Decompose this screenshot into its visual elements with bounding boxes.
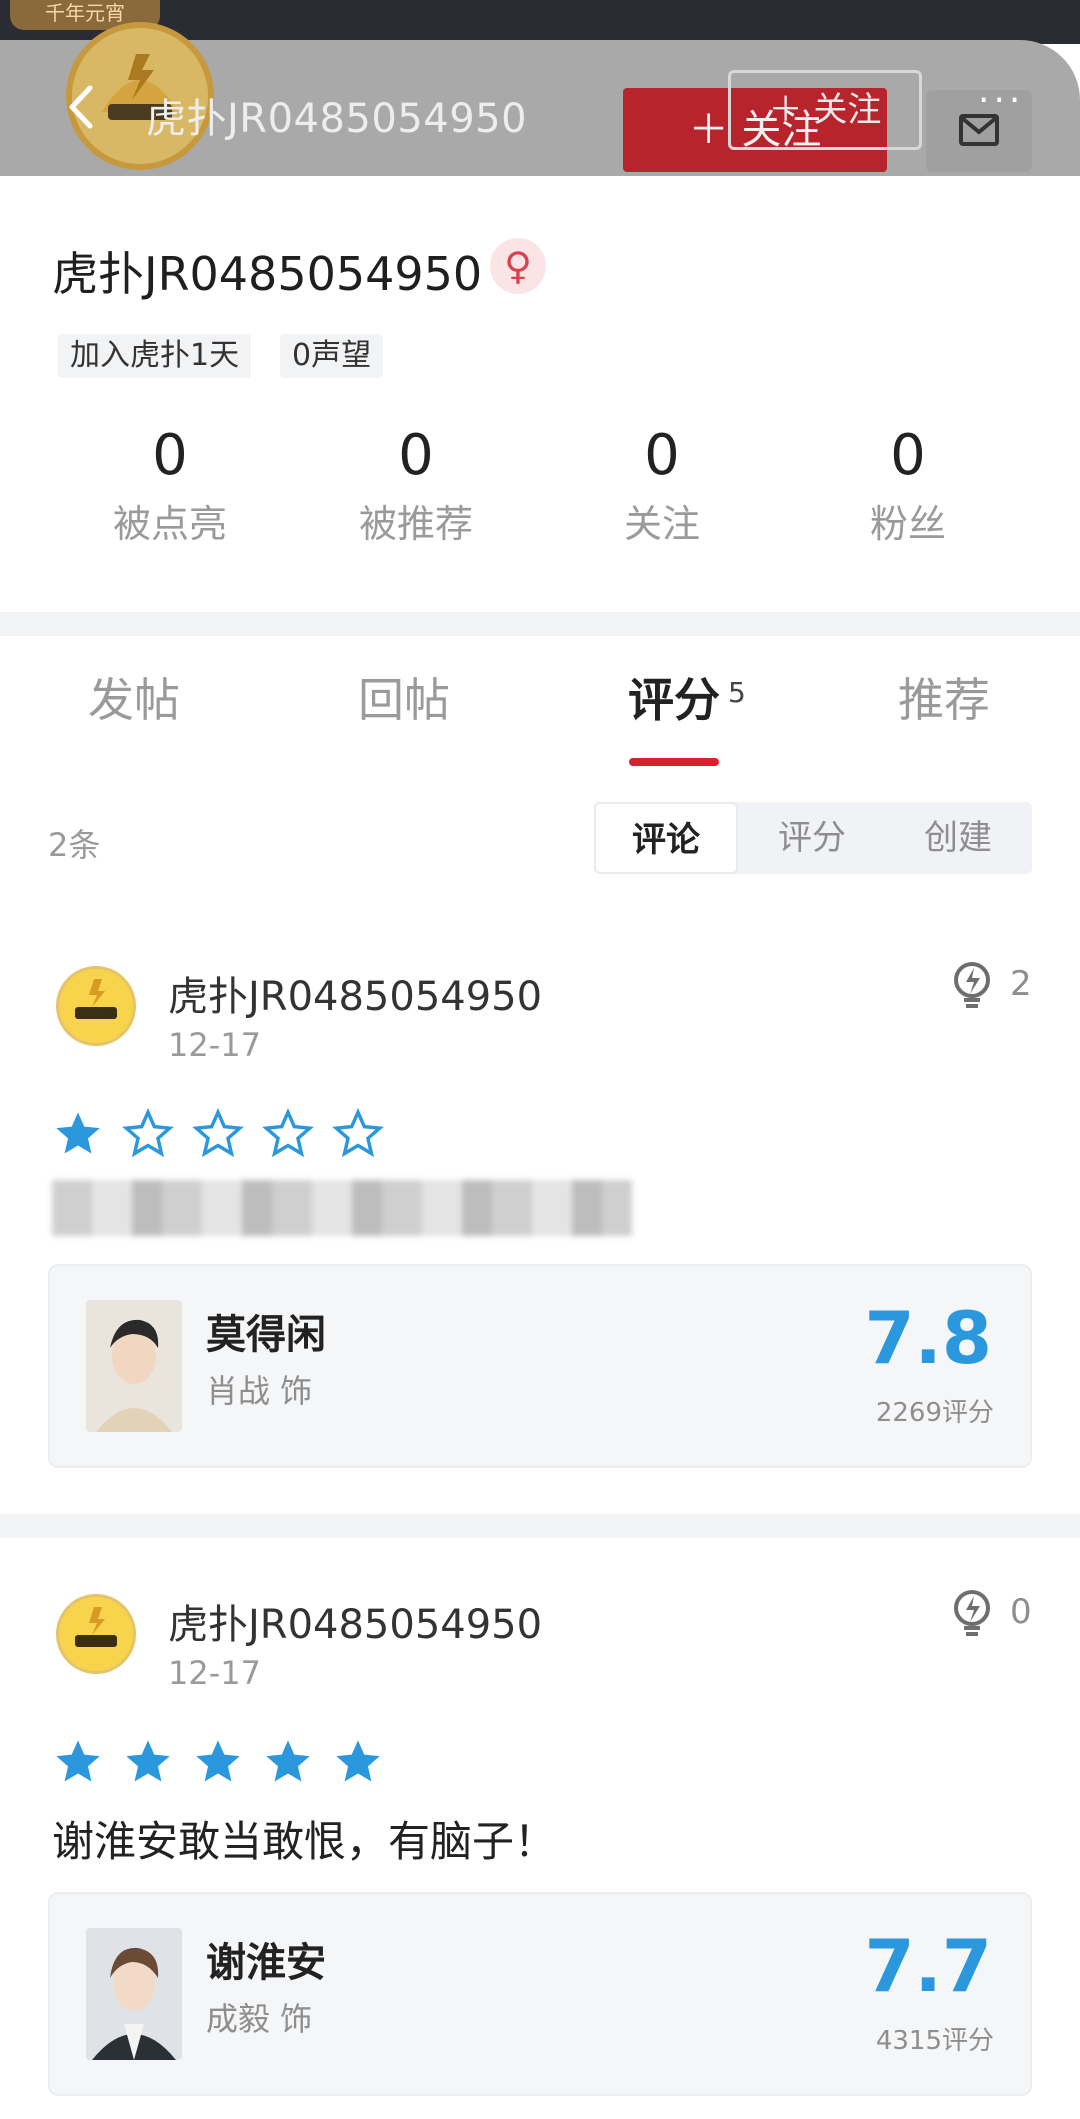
star-filled-icon bbox=[126, 1740, 170, 1782]
star-filled-icon bbox=[56, 1112, 100, 1154]
stat-label: 粉丝 bbox=[869, 502, 946, 546]
star-filled-icon bbox=[196, 1740, 240, 1782]
stat-lit[interactable]: 0 被点亮 bbox=[70, 420, 270, 556]
stat-recommended[interactable]: 0 被推荐 bbox=[316, 420, 516, 556]
stat-value: 0 bbox=[644, 423, 680, 488]
actor-photo bbox=[86, 1928, 182, 2060]
avatar[interactable] bbox=[56, 1594, 136, 1674]
star-filled-icon bbox=[266, 1740, 310, 1782]
review-text: 谢淮安敢当敢恨，有脑子！ bbox=[52, 1817, 557, 1866]
tab-recommend[interactable]: 推荐 bbox=[898, 664, 990, 730]
review-date: 12-17 bbox=[168, 1026, 261, 1064]
star-filled-icon bbox=[56, 1740, 100, 1782]
rating-stars bbox=[52, 1736, 397, 1788]
result-count: 2条 bbox=[48, 826, 101, 864]
chevron-left-icon bbox=[69, 85, 93, 129]
star-empty-icon bbox=[332, 1108, 385, 1158]
role-card[interactable]: 谢淮安 成毅 饰 7.7 4315评分 bbox=[48, 1892, 1032, 2096]
female-icon: ♀ bbox=[490, 238, 546, 294]
light-count: 2 bbox=[1010, 964, 1032, 1004]
section-divider bbox=[0, 1514, 1080, 1538]
role-score: 7.8 bbox=[864, 1296, 992, 1380]
light-button[interactable]: 2 bbox=[950, 960, 1060, 1010]
tab-replies[interactable]: 回帖 bbox=[358, 664, 450, 730]
stat-following[interactable]: 0 关注 bbox=[562, 420, 762, 556]
tab-ratings-badge: 5 bbox=[728, 676, 746, 709]
star-filled-icon bbox=[336, 1740, 381, 1782]
rating-stars bbox=[52, 1108, 397, 1160]
stat-label: 关注 bbox=[623, 502, 700, 546]
header-title: 虎扑JR0485054950 bbox=[146, 96, 528, 142]
stat-label: 被点亮 bbox=[112, 502, 227, 546]
review-username[interactable]: 虎扑JR0485054950 bbox=[168, 964, 542, 1022]
segment-comments[interactable]: 评论 bbox=[594, 802, 738, 874]
role-rating-count: 4315评分 bbox=[875, 2026, 994, 2056]
tab-posts[interactable]: 发帖 bbox=[88, 664, 180, 730]
light-count: 0 bbox=[1010, 1592, 1032, 1632]
stat-label: 被推荐 bbox=[358, 502, 473, 546]
role-score: 7.7 bbox=[864, 1924, 992, 2008]
segment-scores[interactable]: 评分 bbox=[740, 802, 884, 874]
stat-followers[interactable]: 0 粉丝 bbox=[808, 420, 1008, 556]
lightbulb-icon bbox=[954, 962, 990, 1008]
stat-value: 0 bbox=[398, 423, 434, 488]
follow-button-ghost[interactable]: ＋ 关注 bbox=[728, 70, 922, 150]
star-empty-icon bbox=[122, 1108, 174, 1158]
more-button[interactable]: ··· bbox=[978, 80, 1058, 121]
star-empty-icon bbox=[192, 1108, 245, 1158]
tab-active-indicator bbox=[629, 758, 719, 766]
profile-name: 虎扑JR0485054950 bbox=[52, 247, 483, 301]
review-date: 12-17 bbox=[168, 1654, 261, 1692]
role-name: 谢淮安 bbox=[206, 1940, 326, 1986]
light-button[interactable]: 0 bbox=[950, 1588, 1060, 1638]
segment-control: 评论 评分 创建 bbox=[594, 802, 1032, 874]
back-button[interactable] bbox=[66, 84, 106, 134]
role-rating-count: 2269评分 bbox=[875, 1398, 994, 1428]
tab-ratings[interactable]: 评分 bbox=[628, 664, 720, 730]
role-actor: 肖战 饰 bbox=[206, 1372, 313, 1410]
segment-created[interactable]: 创建 bbox=[886, 802, 1030, 874]
role-card[interactable]: 莫得闲 肖战 饰 7.8 2269评分 bbox=[48, 1264, 1032, 1468]
join-days-tag: 加入虎扑1天 bbox=[58, 334, 252, 378]
blurred-review-text bbox=[52, 1180, 632, 1236]
review-username[interactable]: 虎扑JR0485054950 bbox=[168, 1592, 542, 1650]
stat-value: 0 bbox=[890, 423, 926, 488]
lightbulb-icon bbox=[954, 1590, 990, 1636]
avatar[interactable] bbox=[56, 966, 136, 1046]
star-empty-icon bbox=[262, 1108, 315, 1158]
section-divider bbox=[0, 612, 1080, 636]
role-name: 莫得闲 bbox=[206, 1312, 326, 1358]
reputation-tag: 0声望 bbox=[280, 334, 384, 378]
role-actor: 成毅 饰 bbox=[206, 2000, 313, 2038]
actor-photo bbox=[86, 1300, 182, 1432]
stat-value: 0 bbox=[152, 423, 188, 488]
